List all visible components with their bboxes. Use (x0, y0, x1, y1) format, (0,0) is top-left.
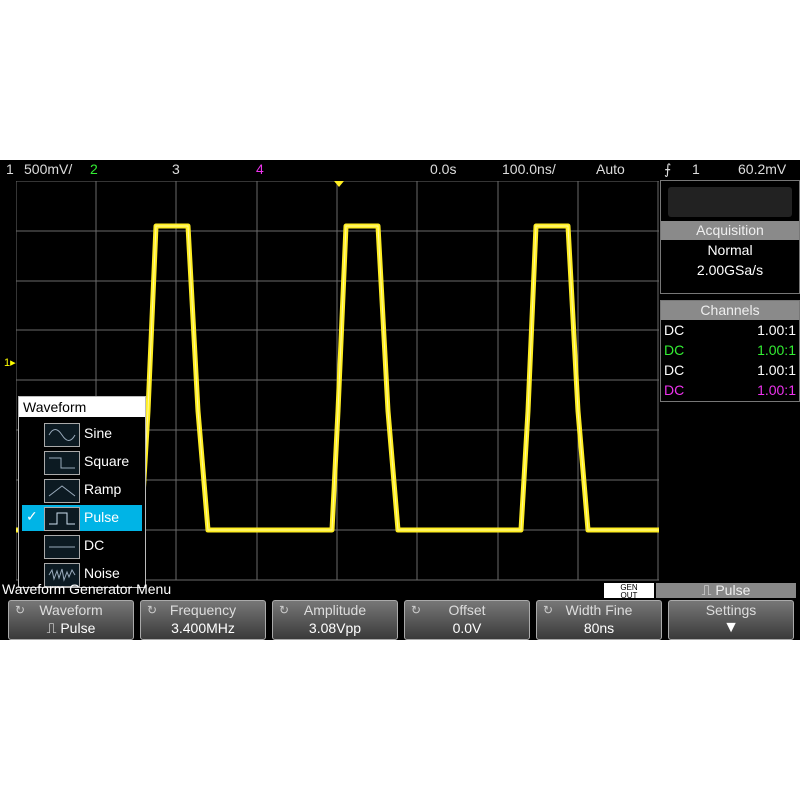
waveform-option-sine[interactable]: Sine (22, 421, 142, 447)
ramp-wave-icon (44, 479, 80, 503)
softkey-settings[interactable]: Settings ▼ (668, 600, 794, 640)
ch1-scale[interactable]: 500mV/ (24, 161, 72, 177)
ch1-number[interactable]: 1 (6, 161, 14, 177)
channel-row: DC 1.00:1 (661, 340, 799, 360)
channels-title: Channels (661, 301, 799, 320)
rotate-knob-icon: ↻ (543, 603, 554, 617)
acquisition-panel: Acquisition Normal 2.00GSa/s (660, 180, 800, 294)
channel-row: DC 1.00:1 (661, 380, 799, 400)
trigger-source: 1 (692, 161, 700, 177)
rotate-knob-icon: ↻ (411, 603, 422, 617)
ch3-probe-ratio: 1.00:1 (757, 362, 796, 378)
waveform-option-pulse[interactable]: ✓ Pulse (22, 505, 142, 531)
waveform-option-ramp[interactable]: Ramp (22, 477, 142, 503)
delay-readout: 0.0s (430, 161, 457, 177)
gen-out-indicator: GEN OUT (604, 583, 654, 600)
trigger-position-marker (334, 181, 344, 187)
acquisition-mode: Normal (707, 242, 753, 258)
waveform-option-label: Pulse (84, 509, 120, 525)
ch2-probe-ratio: 1.00:1 (757, 342, 796, 358)
trigger-edge-icon: ⨍ (664, 161, 672, 177)
down-arrow-icon: ▼ (723, 619, 739, 636)
softkey-label: Width Fine (565, 602, 633, 618)
dc-line-icon (44, 535, 80, 559)
softkey-label: Offset (448, 602, 486, 618)
ch1-probe-ratio: 1.00:1 (757, 322, 796, 338)
gen-out-label-bottom: OUT (620, 591, 638, 600)
acquisition-title: Acquisition (661, 221, 799, 240)
ch2-number[interactable]: 2 (90, 161, 98, 177)
ch4-probe-ratio: 1.00:1 (757, 382, 796, 398)
softkey-label: Waveform (39, 602, 103, 618)
waveform-option-label: Noise (84, 565, 120, 581)
softkey-label: Amplitude (303, 602, 367, 618)
softkey-value: 80ns (583, 620, 615, 636)
trigger-level: 60.2mV (738, 161, 787, 177)
pulse-wave-icon (44, 507, 80, 531)
ch2-coupling: DC (664, 342, 685, 358)
waveform-option-label: Square (84, 453, 130, 469)
softkey-width-fine[interactable]: ↻ Width Fine 80ns (536, 600, 662, 640)
menu-title: Waveform Generator Menu (2, 581, 172, 597)
ground-marker-icon: 1▸ (4, 357, 16, 369)
softkey-offset[interactable]: ↻ Offset 0.0V (404, 600, 530, 640)
softkey-label: Frequency (169, 602, 237, 618)
timebase-readout: 100.0ns/ (502, 161, 556, 177)
sine-wave-icon (44, 423, 80, 447)
rotate-knob-icon: ↻ (15, 603, 26, 617)
softkey-frequency[interactable]: ↻ Frequency 3.400MHz (140, 600, 266, 640)
softkey-value-text: Pulse (60, 620, 96, 636)
softkey-label: Settings (705, 602, 757, 618)
waveform-option-label: Ramp (84, 481, 122, 497)
waveform-option-dc[interactable]: DC (22, 533, 142, 559)
waveform-option-label: DC (84, 537, 105, 553)
softkey-amplitude[interactable]: ↻ Amplitude 3.08Vpp (272, 600, 398, 640)
check-icon: ✓ (26, 508, 38, 524)
waveform-menu-title: Waveform (19, 397, 145, 417)
rotate-knob-icon: ↻ (279, 603, 290, 617)
softkey-value: ⎍ Pulse (46, 620, 96, 636)
softkey-value: 0.0V (452, 620, 482, 636)
ch3-coupling: DC (664, 362, 685, 378)
trigger-mode: Auto (596, 161, 625, 177)
channel-row: DC 1.00:1 (661, 360, 799, 380)
ch1-coupling: DC (664, 322, 685, 338)
ch3-number[interactable]: 3 (172, 161, 180, 177)
waveform-popup-menu: Waveform Sine Square Ramp ✓ Pulse DC Noi… (18, 396, 146, 588)
waveform-option-square[interactable]: Square (22, 449, 142, 475)
square-wave-icon (44, 451, 80, 475)
ch4-coupling: DC (664, 382, 685, 398)
softkey-value: 3.400MHz (171, 620, 235, 636)
active-waveform-label: Pulse (715, 582, 751, 598)
softkey-value: 3.08Vpp (308, 620, 362, 636)
active-waveform-tag: ⎍ Pulse (656, 583, 796, 598)
ch4-number[interactable]: 4 (256, 161, 264, 177)
softkey-waveform[interactable]: ↻ Waveform ⎍ Pulse (8, 600, 134, 640)
channels-panel: Channels DC 1.00:1 DC 1.00:1 DC 1.00:1 D… (660, 300, 800, 402)
blurred-badge (668, 187, 792, 217)
waveform-option-label: Sine (84, 425, 113, 441)
side-panel: Acquisition Normal 2.00GSa/s Channels DC… (660, 180, 800, 568)
channel-row: DC 1.00:1 (661, 320, 799, 340)
acquisition-rate: 2.00GSa/s (696, 262, 764, 278)
status-bar: 1 500mV/ 2 3 4 0.0s 100.0ns/ Auto ⨍ 1 60… (0, 160, 800, 180)
rotate-knob-icon: ↻ (147, 603, 158, 617)
